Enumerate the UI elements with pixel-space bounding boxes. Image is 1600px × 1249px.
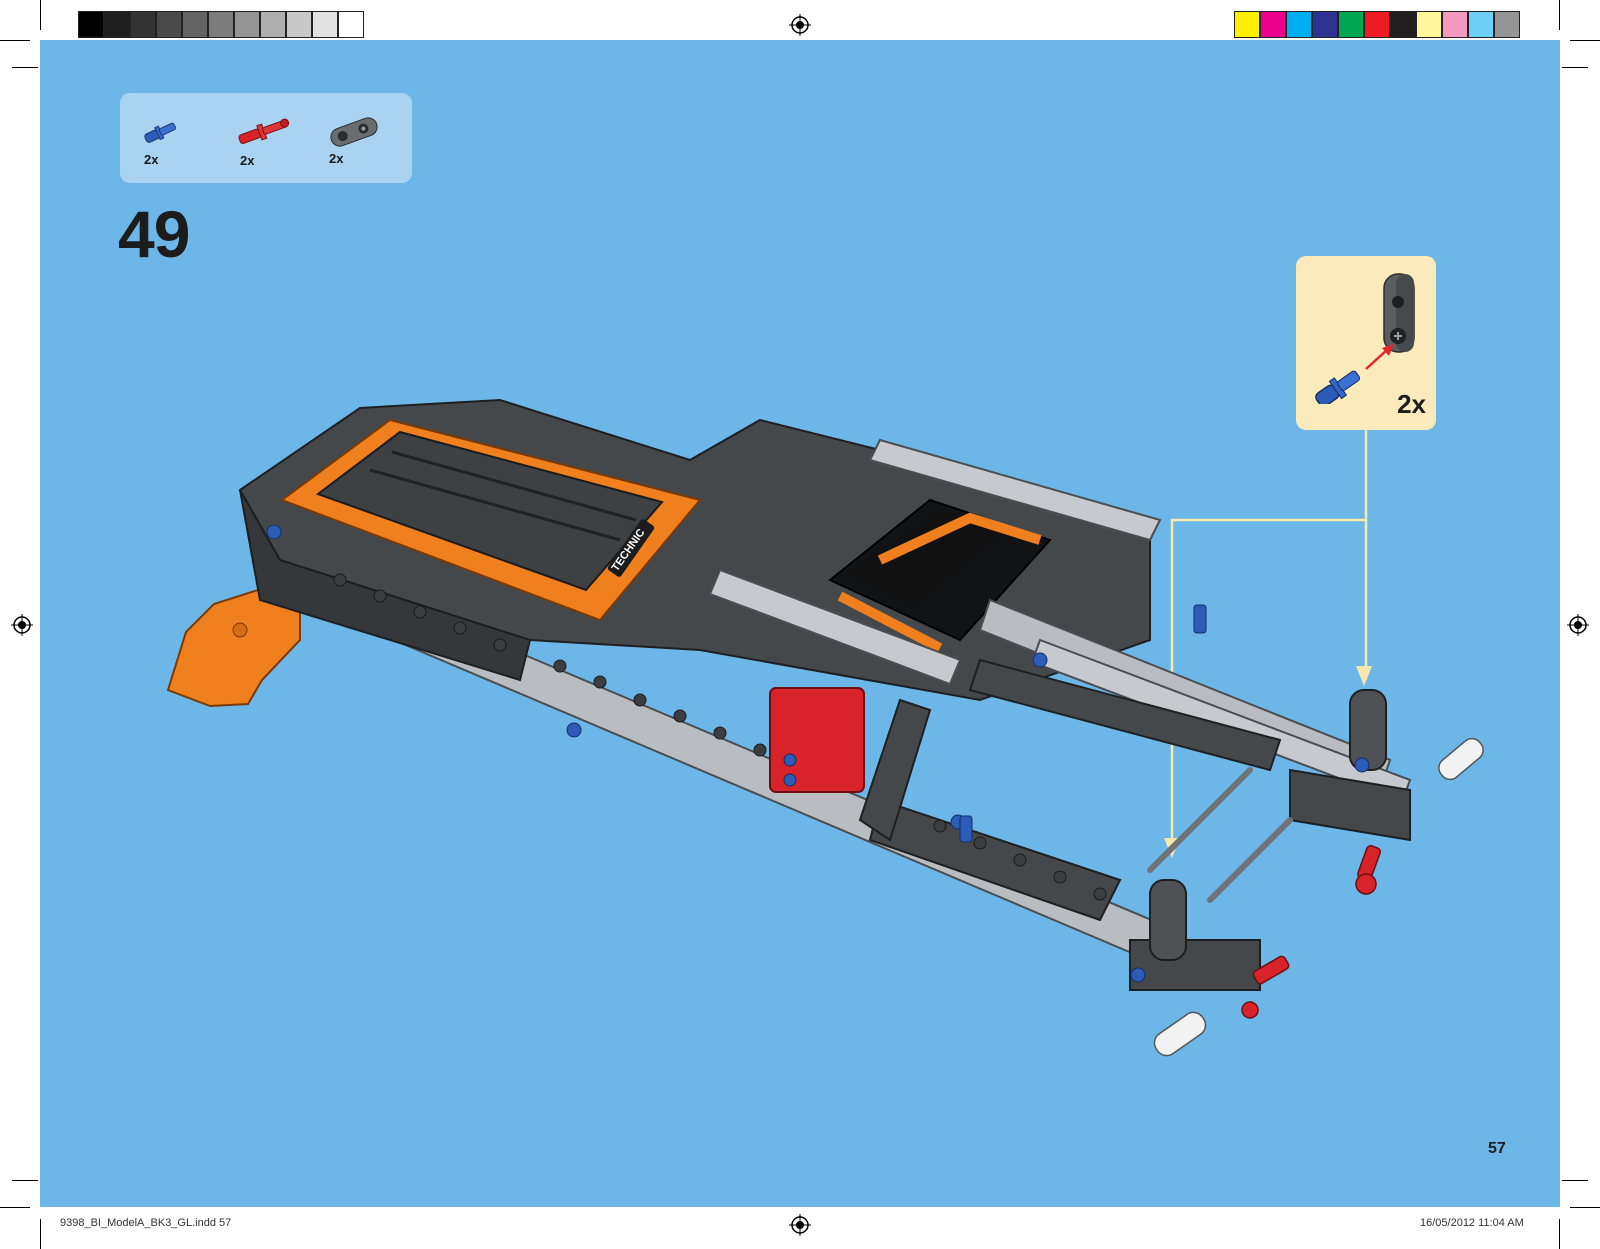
guide-arrow-head-icon [1356,666,1372,686]
red-gearbox-block [769,687,865,793]
truck-chassis-model-illustration: TECHNIC [166,398,1484,1057]
registration-mark-left-icon [11,614,33,636]
registration-mark-bottom-icon [789,1214,811,1236]
process-color-bar [1234,0,1524,40]
file-slug: 9398_BI_ModelA_BK3_GL.indd 57 [60,1217,232,1229]
registration-mark-right-icon [1567,614,1589,636]
page-number: 57 [1488,1140,1506,1157]
registration-mark-top-icon [789,14,811,36]
rear-frame-liftarms [868,658,1411,991]
orange-front-bumper [166,588,301,708]
grayscale-color-bar [78,0,368,40]
timestamp-slug: 16/05/2012 11:04 AM [1420,1217,1524,1229]
red-pins [1241,845,1382,1019]
